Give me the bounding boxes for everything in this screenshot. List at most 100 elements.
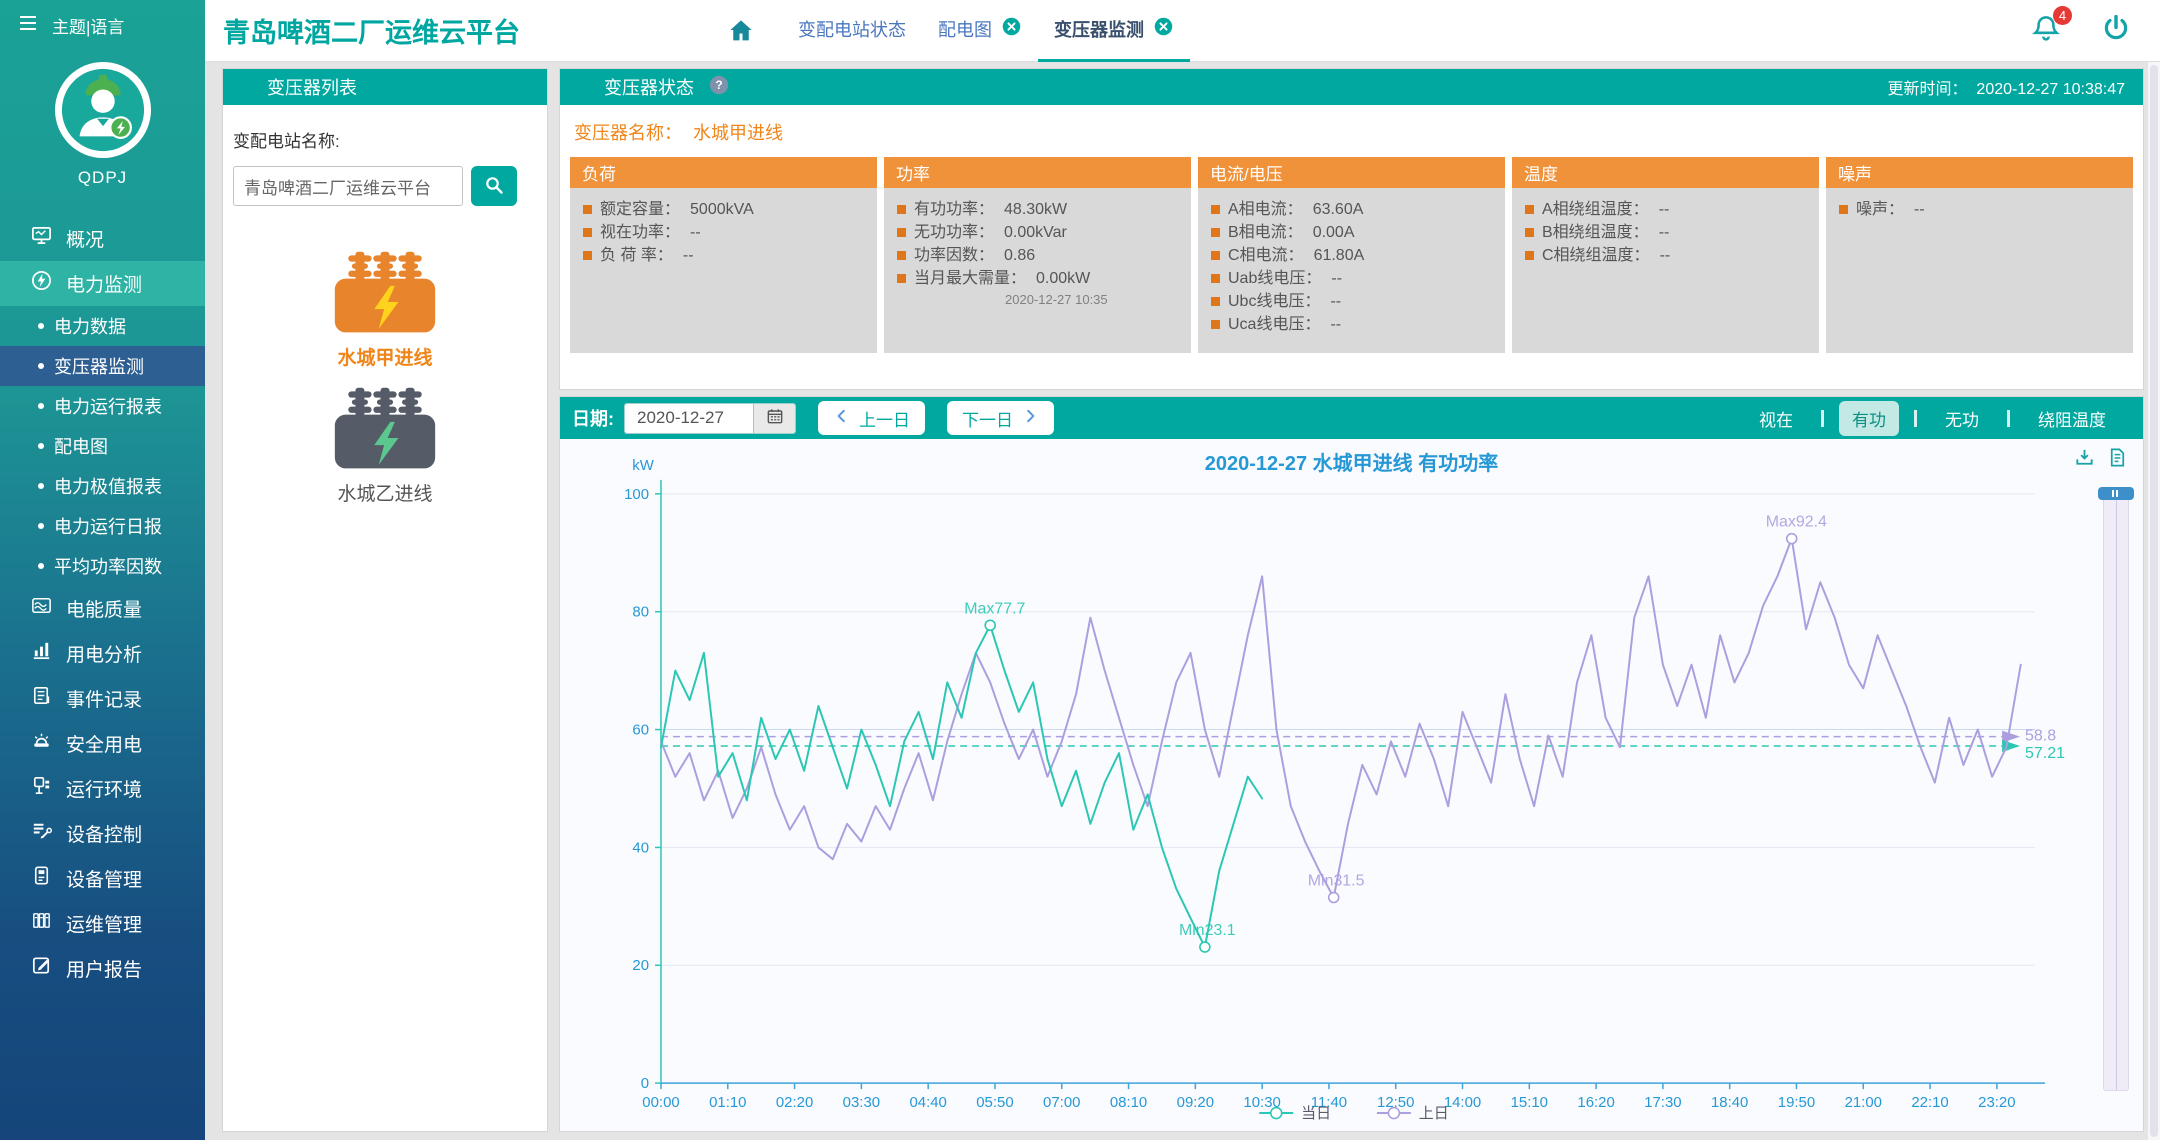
separator [1914, 410, 1917, 427]
metric-row: Uab线电压：-- [1211, 267, 1499, 290]
svg-text:21:00: 21:00 [1845, 1094, 1882, 1111]
page-scrollbar[interactable] [2147, 62, 2160, 1140]
sidebar-item-usage-analysis[interactable]: 用电分析 [0, 631, 205, 676]
svg-text:58.8: 58.8 [2025, 728, 2056, 745]
operations-icon [30, 909, 66, 938]
logout-button[interactable] [2100, 12, 2132, 49]
bullet-icon [897, 205, 906, 214]
calendar-icon [765, 406, 785, 431]
bullet-icon [38, 523, 44, 529]
sidebar-item-overview[interactable]: 概况 [0, 216, 205, 261]
mode-4[interactable]: 绕阻温度 [2025, 401, 2119, 436]
bullet-icon [38, 483, 44, 489]
sidebar-subitem-power-run-report[interactable]: 电力运行报表 [0, 386, 205, 426]
safety-icon [30, 729, 66, 758]
close-icon[interactable] [1001, 16, 1022, 42]
svg-text:02:20: 02:20 [776, 1094, 813, 1111]
update-time: 更新时间： 2020-12-27 10:38:47 [1888, 75, 2143, 99]
chevron-right-icon [1021, 407, 1039, 430]
sidebar-item-event-log[interactable]: 事件记录 [0, 676, 205, 721]
content: 变压器列表 变配电站名称: 水城甲进线水城乙进线 变压器状态 ? 更新时间： 2 [205, 62, 2160, 1140]
calendar-button[interactable] [753, 404, 795, 433]
svg-text:23:20: 23:20 [1978, 1094, 2015, 1111]
svg-text:100: 100 [624, 486, 649, 503]
bullet-icon [1525, 228, 1534, 237]
svg-text:Max77.7: Max77.7 [964, 600, 1025, 617]
sidebar-item-user-report[interactable]: 用户报告 [0, 946, 205, 991]
metric-card-title: 噪声 [1826, 157, 2133, 188]
tab-transformer-monitoring[interactable]: 变压器监测 [1038, 0, 1190, 62]
svg-text:16:20: 16:20 [1577, 1094, 1614, 1111]
svg-text:80: 80 [632, 604, 649, 621]
power-monitor-icon [30, 269, 66, 298]
sidebar-subitem-power-extreme-report[interactable]: 电力极值报表 [0, 466, 205, 506]
transformer-item[interactable]: 水城甲进线 [331, 250, 439, 370]
menu-icon[interactable] [16, 11, 40, 40]
svg-text:57.21: 57.21 [2025, 745, 2065, 762]
sidebar-item-device-management[interactable]: 设备管理 [0, 856, 205, 901]
svg-text:Max92.4: Max92.4 [1766, 514, 1827, 531]
station-search-input[interactable] [233, 166, 463, 206]
metric-row: A相绕组温度：-- [1525, 198, 1813, 221]
bullet-icon [38, 443, 44, 449]
sidebar-item-environment[interactable]: 运行环境 [0, 766, 205, 811]
help-icon[interactable]: ? [708, 74, 730, 101]
metric-row: C相绕组温度：-- [1525, 244, 1813, 267]
environment-icon [30, 774, 66, 803]
sidebar-item-operations[interactable]: 运维管理 [0, 901, 205, 946]
svg-text:03:30: 03:30 [843, 1094, 880, 1111]
bullet-icon [1525, 205, 1534, 214]
sidebar-subitem-power-daily-report[interactable]: 电力运行日报 [0, 506, 205, 546]
bullet-icon [1211, 320, 1220, 329]
sidebar-item-power-monitoring[interactable]: 电力监测 [0, 261, 205, 306]
theme-language-link[interactable]: 主题|语言 [52, 13, 124, 38]
power-chart: 020406080100kW00:0001:1002:2003:3004:400… [560, 439, 2143, 1131]
bullet-icon [583, 251, 592, 260]
mode-1[interactable]: 视在 [1746, 401, 1806, 436]
sidebar-subitem-transformer-monitoring[interactable]: 变压器监测 [0, 346, 205, 386]
sidebar-item-power-quality[interactable]: 电能质量 [0, 586, 205, 631]
chart-body: 2020-12-27 水城甲进线 有功功率 020406080100kW00:0… [560, 439, 2143, 1131]
sidebar: 主题|语言 QDPJ 概况电力监测电力数据变压器监测电力运行报表配电图电力极值报… [0, 0, 205, 1140]
metric-row: B相绕组温度：-- [1525, 221, 1813, 244]
sidebar-subitem-avg-power-factor[interactable]: 平均功率因数 [0, 546, 205, 586]
svg-text:20: 20 [632, 957, 649, 974]
tab-station-status[interactable]: 变配电站状态 [782, 0, 922, 62]
transformer-name: 水城乙进线 [331, 479, 439, 506]
svg-text:01:10: 01:10 [709, 1094, 746, 1111]
metric-cards: 负荷额定容量：5000kVA视在功率：--负 荷 率：--功率有功功率：48.3… [560, 157, 2143, 353]
bullet-icon [897, 251, 906, 260]
prev-day-button[interactable]: 上一日 [818, 401, 925, 435]
svg-text:60: 60 [632, 722, 649, 739]
metric-row: 有功功率：48.30kW [897, 198, 1185, 221]
notifications-button[interactable]: 4 [2030, 12, 2062, 49]
transformer-item[interactable]: 水城乙进线 [331, 386, 439, 506]
separator [1821, 410, 1824, 427]
mode-2[interactable]: 有功 [1839, 401, 1899, 436]
close-icon[interactable] [1153, 16, 1174, 42]
sidebar-item-device-control[interactable]: 设备控制 [0, 811, 205, 856]
date-input[interactable] [625, 404, 753, 433]
metric-row: Ubc线电压：-- [1211, 290, 1499, 313]
svg-text:00:00: 00:00 [642, 1094, 679, 1111]
home-icon[interactable] [700, 0, 782, 62]
metric-row: 当月最大需量：0.00kW [897, 267, 1185, 290]
tab-distribution-diagram[interactable]: 配电图 [922, 0, 1038, 62]
brand-label: QDPJ [0, 168, 205, 188]
next-day-button[interactable]: 下一日 [947, 401, 1054, 435]
chart-mode-toggle: 视在有功无功绕阻温度 [1746, 401, 2119, 436]
metric-card: 温度A相绕组温度：--B相绕组温度：--C相绕组温度：-- [1512, 157, 1819, 353]
metric-row: 功率因数：0.86 [897, 244, 1185, 267]
sidebar-subitem-distribution-diagram[interactable]: 配电图 [0, 426, 205, 466]
chart-toolbar: 日期: 上一日 下一日 视在有功无功绕阻 [560, 397, 2143, 439]
sidebar-subitem-power-data[interactable]: 电力数据 [0, 306, 205, 346]
transformer-status-title: 变压器状态 [604, 74, 694, 100]
svg-text:07:00: 07:00 [1043, 1094, 1080, 1111]
svg-text:04:40: 04:40 [909, 1094, 946, 1111]
sidebar-item-safety[interactable]: 安全用电 [0, 721, 205, 766]
mode-3[interactable]: 无功 [1932, 401, 1992, 436]
search-button[interactable] [471, 166, 517, 206]
bullet-icon [38, 563, 44, 569]
svg-text:17:30: 17:30 [1644, 1094, 1681, 1111]
device-control-icon [30, 819, 66, 848]
